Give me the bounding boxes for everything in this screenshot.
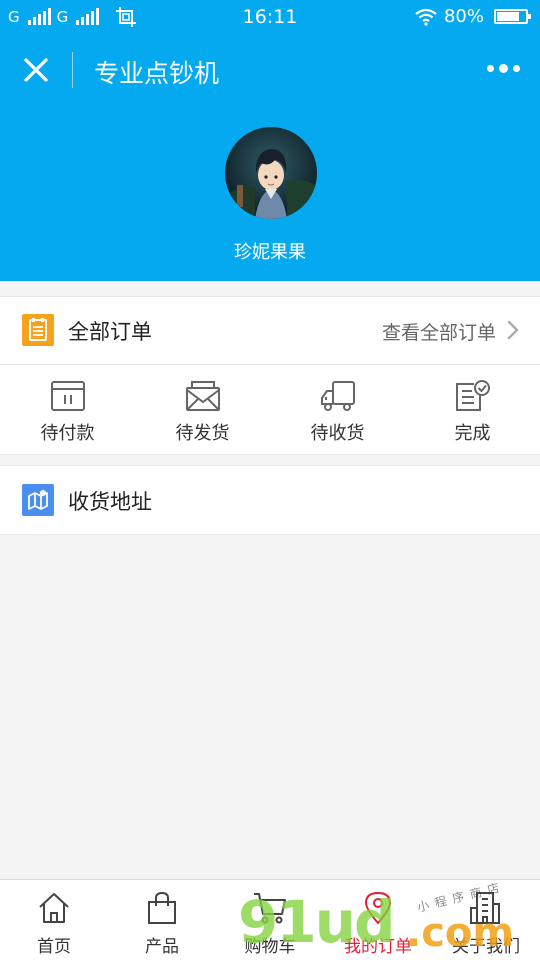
tab-label: 关于我们 [452, 937, 520, 957]
page-title: 专业点钞机 [94, 59, 220, 88]
shipping-address-row[interactable]: 收货地址 [0, 465, 540, 535]
battery-icon [494, 9, 531, 24]
nav-bar: 专业点钞机 [0, 36, 540, 104]
home-icon [39, 893, 69, 923]
view-all-orders-link[interactable]: 查看全部订单 [382, 318, 496, 345]
avatar[interactable] [225, 127, 317, 219]
wifi-icon [415, 8, 437, 26]
tab-label: 首页 [37, 937, 71, 957]
tab-label: 我的订单 [344, 937, 412, 957]
status-bar: G G 16:11 80% [0, 0, 540, 36]
tab-label: 产品 [145, 937, 179, 957]
check-document-icon [455, 380, 490, 411]
close-icon [24, 58, 48, 82]
tab-home[interactable]: 首页 [0, 880, 108, 960]
more-dots-icon [487, 64, 520, 73]
envelope-icon [185, 381, 220, 411]
bag-icon [148, 891, 176, 924]
close-button[interactable] [18, 52, 54, 88]
tab-about-us[interactable]: 关于我们 [432, 880, 540, 960]
all-orders-label: 全部订单 [68, 320, 152, 344]
tab-products[interactable]: 产品 [108, 880, 216, 960]
tab-cart[interactable]: 购物车 [216, 880, 324, 960]
location-pin-icon [364, 891, 392, 925]
status-pending-payment[interactable]: 待付款 [0, 365, 135, 454]
battery-percent: 80% [443, 6, 484, 27]
username: 珍妮果果 [234, 242, 306, 263]
more-button[interactable] [487, 64, 520, 73]
orders-list-icon [22, 314, 54, 346]
nav-divider [72, 52, 73, 88]
tab-my-orders[interactable]: 我的订单 [324, 880, 432, 960]
truck-icon [320, 381, 355, 411]
cart-icon [254, 893, 286, 924]
status-label: 完成 [454, 423, 491, 444]
profile-header: 珍妮果果 [0, 104, 540, 281]
all-orders-row[interactable]: 全部订单 查看全部订单 [0, 296, 540, 365]
tab-bar: 首页 产品 购物车 我的订单 关于我们 [0, 879, 540, 960]
status-label: 待付款 [40, 423, 95, 444]
map-icon [22, 484, 54, 516]
status-pending-receipt[interactable]: 待收货 [270, 365, 405, 454]
chevron-right-icon [507, 320, 519, 340]
status-pending-shipment[interactable]: 待发货 [135, 365, 270, 454]
status-label: 待收货 [310, 423, 365, 444]
avatar-image [225, 127, 317, 219]
tab-label: 购物车 [244, 937, 296, 957]
shipping-address-label: 收货地址 [68, 490, 152, 514]
status-right: 80% [414, 6, 531, 27]
wallet-icon [50, 381, 85, 411]
status-label: 待发货 [175, 423, 230, 444]
status-completed[interactable]: 完成 [405, 365, 540, 454]
building-icon [470, 892, 500, 924]
order-status-row: 待付款 待发货 待收货 完成 [0, 365, 540, 455]
